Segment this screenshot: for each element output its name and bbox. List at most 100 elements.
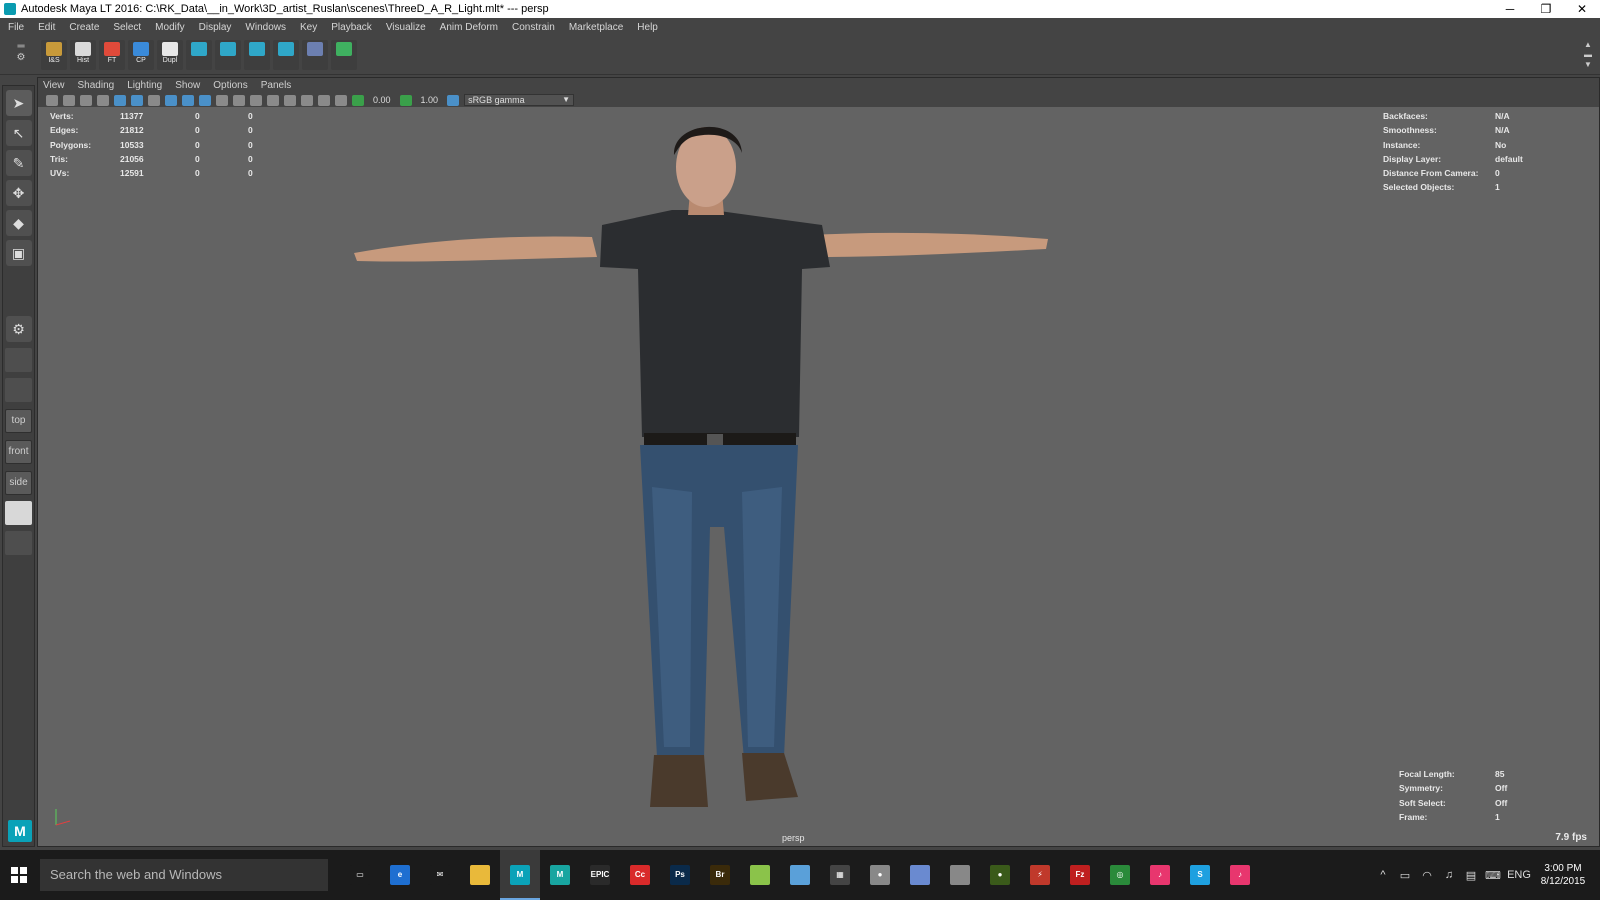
menu-modify[interactable]: Modify xyxy=(155,22,184,33)
panel-menu-panels[interactable]: Panels xyxy=(261,80,292,91)
film-gate-icon[interactable] xyxy=(318,94,330,106)
shelf-handle-icon[interactable]: ═ ⚙ xyxy=(14,41,28,71)
taskbar-app-explorer[interactable] xyxy=(460,850,500,900)
gate-mask-icon[interactable] xyxy=(301,94,313,106)
keyboard-icon[interactable]: ⌨ xyxy=(1482,869,1504,882)
view-button-front[interactable]: front xyxy=(5,440,32,464)
menu-marketplace[interactable]: Marketplace xyxy=(569,22,623,33)
shelf-button-ft[interactable]: FT xyxy=(99,40,125,70)
lights-icon[interactable] xyxy=(182,94,194,106)
layout-four-icon[interactable] xyxy=(5,348,32,372)
3d-viewport[interactable]: Verts: 11377 0 0 Edges: 21812 0 0 Polygons: 10533… xyxy=(38,107,1599,846)
wifi-icon[interactable]: ◠ xyxy=(1416,869,1438,882)
minimize-button[interactable]: ─ xyxy=(1492,0,1528,18)
taskbar-app-maya-lt[interactable]: M xyxy=(500,850,540,900)
last-tool-icon[interactable]: ⚙ xyxy=(5,316,32,342)
paint-select-icon[interactable]: ✎ xyxy=(5,150,32,176)
taskbar-app-app3[interactable] xyxy=(900,850,940,900)
move-tool-icon[interactable]: ✥ xyxy=(5,180,32,206)
motion-blur-icon[interactable] xyxy=(233,94,245,106)
chevron-up-icon[interactable]: ^ xyxy=(1372,869,1394,881)
restore-button[interactable]: ❐ xyxy=(1528,0,1564,18)
lasso-tool-icon[interactable]: ↖ xyxy=(5,120,32,146)
taskbar-app-task-view[interactable]: ▭ xyxy=(340,850,380,900)
battery-icon[interactable]: ▭ xyxy=(1394,869,1416,882)
shelf-button-iands[interactable]: I&S xyxy=(41,40,67,70)
notifications-icon[interactable]: ▤ xyxy=(1460,869,1482,882)
menu-file[interactable]: File xyxy=(8,22,24,33)
clock[interactable]: 3:00 PM 8/12/2015 xyxy=(1534,862,1592,888)
menu-visualize[interactable]: Visualize xyxy=(386,22,426,33)
resolution-gate-icon[interactable] xyxy=(335,94,347,106)
menu-help[interactable]: Help xyxy=(637,22,658,33)
menu-playback[interactable]: Playback xyxy=(331,22,372,33)
taskbar-app-app4[interactable] xyxy=(940,850,980,900)
layout-two-icon[interactable] xyxy=(5,378,32,402)
layout-outliner-icon[interactable] xyxy=(5,501,32,525)
taskbar-app-bridge[interactable]: Br xyxy=(700,850,740,900)
camera-icon[interactable] xyxy=(46,94,58,106)
taskbar-app-skype[interactable]: S xyxy=(1180,850,1220,900)
wireframe-icon[interactable] xyxy=(114,94,126,106)
panel-menu-shading[interactable]: Shading xyxy=(78,80,115,91)
language-indicator[interactable]: ENG xyxy=(1504,869,1534,881)
shelf-button-cp[interactable]: CP xyxy=(128,40,154,70)
volume-icon[interactable]: ♫ xyxy=(1438,869,1460,881)
smooth-shade-icon[interactable] xyxy=(131,94,143,106)
shelf-button-dupl[interactable]: Dupl xyxy=(157,40,183,70)
taskbar-app-edge[interactable]: e xyxy=(380,850,420,900)
taskbar-app-app[interactable] xyxy=(780,850,820,900)
menu-select[interactable]: Select xyxy=(113,22,141,33)
panel-menu-lighting[interactable]: Lighting xyxy=(127,80,162,91)
menu-key[interactable]: Key xyxy=(300,22,317,33)
start-button[interactable] xyxy=(0,850,38,900)
shelf-button-hist[interactable]: Hist xyxy=(70,40,96,70)
taskbar-app-notes[interactable] xyxy=(740,850,780,900)
shadows-icon[interactable] xyxy=(199,94,211,106)
panel-menu-show[interactable]: Show xyxy=(175,80,200,91)
view-button-top[interactable]: top xyxy=(5,409,32,433)
textured-icon[interactable] xyxy=(165,94,177,106)
taskbar-app-calculator[interactable]: ▦ xyxy=(820,850,860,900)
isolate-icon[interactable] xyxy=(284,94,296,106)
taskbar-app-app6[interactable]: ◎ xyxy=(1100,850,1140,900)
color-space-dropdown[interactable]: sRGB gamma ▼ xyxy=(464,94,575,106)
exposure-field[interactable]: 0.00 xyxy=(369,95,395,106)
exposure-icon[interactable] xyxy=(352,94,364,106)
panel-menu-view[interactable]: View xyxy=(43,80,65,91)
shelf-button-6[interactable] xyxy=(215,40,241,70)
aa-icon[interactable] xyxy=(250,94,262,106)
grid-icon[interactable] xyxy=(97,94,109,106)
gamma-field[interactable]: 1.00 xyxy=(417,95,443,106)
rotate-tool-icon[interactable]: ◆ xyxy=(5,210,32,236)
taskbar-app-filezilla[interactable]: Fz xyxy=(1060,850,1100,900)
character-model[interactable] xyxy=(352,107,1052,817)
taskbar-app-mail[interactable]: ✉ xyxy=(420,850,460,900)
shelf-button-8[interactable] xyxy=(273,40,299,70)
menu-constrain[interactable]: Constrain xyxy=(512,22,555,33)
scale-tool-icon[interactable]: ▣ xyxy=(5,240,32,266)
shelf-button-5[interactable] xyxy=(186,40,212,70)
shelf-scroll-arrows[interactable]: ▲ ▬ ▼ xyxy=(1582,40,1594,72)
wire-on-shaded-icon[interactable] xyxy=(148,94,160,106)
taskbar-app-app5[interactable]: ⚡ xyxy=(1020,850,1060,900)
menu-create[interactable]: Create xyxy=(69,22,99,33)
menu-windows[interactable]: Windows xyxy=(245,22,286,33)
close-button[interactable]: ✕ xyxy=(1564,0,1600,18)
shelf-button-7[interactable] xyxy=(244,40,270,70)
taskbar-app-creative-cloud[interactable]: Cc xyxy=(620,850,660,900)
xray-icon[interactable] xyxy=(267,94,279,106)
bookmark-icon[interactable] xyxy=(80,94,92,106)
select-tool-icon[interactable]: ➤ xyxy=(5,90,32,116)
shelf-button-9[interactable] xyxy=(302,40,328,70)
taskbar-app-epic[interactable]: EPIC xyxy=(580,850,620,900)
color-management-icon[interactable] xyxy=(447,94,460,106)
taskbar-app-itunes2[interactable]: ♪ xyxy=(1220,850,1260,900)
panel-menu-options[interactable]: Options xyxy=(213,80,247,91)
layout-graph-icon[interactable] xyxy=(5,531,32,555)
gamma-icon[interactable] xyxy=(399,94,412,106)
menu-edit[interactable]: Edit xyxy=(38,22,55,33)
taskbar-app-photoshop[interactable]: Ps xyxy=(660,850,700,900)
taskbar-app-maya[interactable]: M xyxy=(540,850,580,900)
menu-anim-deform[interactable]: Anim Deform xyxy=(440,22,498,33)
